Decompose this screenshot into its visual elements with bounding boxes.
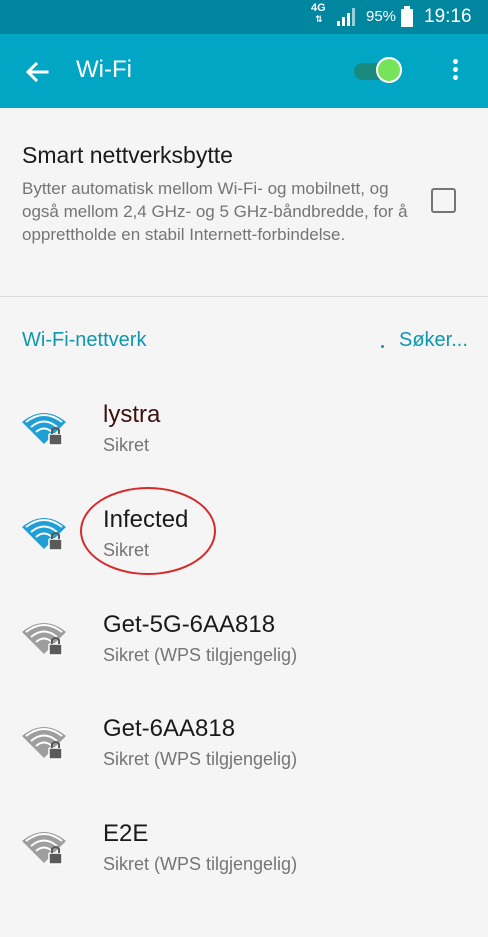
battery-percent: 95% — [366, 8, 397, 25]
networks-section-title: Wi-Fi-nettverk — [22, 329, 147, 351]
status-bar: 4G ⇅ 95% 19:16 — [0, 0, 488, 34]
smart-switch-checkbox[interactable] — [431, 188, 456, 213]
scan-progress-dot — [381, 345, 384, 348]
network-row-lystra[interactable]: lystra Sikret — [0, 401, 488, 518]
smart-switch-title: Smart nettverksbytte — [22, 142, 233, 168]
network-type-label: 4G — [311, 2, 326, 14]
network-status: Sikret (WPS tilgjengelig) — [103, 645, 298, 665]
scan-status: Søker... — [399, 329, 468, 351]
network-name: Get-6AA818 — [103, 715, 236, 742]
network-name: Get-5G-6AA818 — [103, 611, 276, 638]
signal-icon — [337, 8, 355, 26]
network-row-e2e[interactable]: E2E Sikret (WPS tilgjengelig) — [0, 820, 488, 937]
back-arrow-icon — [25, 61, 49, 83]
network-row-get-5g[interactable]: Get-5G-6AA818 Sikret (WPS tilgjengelig) — [0, 611, 488, 728]
battery-icon — [401, 6, 413, 27]
wifi-locked-weak-icon — [22, 727, 66, 760]
more-vert-icon — [445, 59, 465, 80]
app-bar: Wi-Fi — [0, 34, 488, 108]
wifi-locked-strong-icon — [22, 518, 66, 551]
network-name: lystra — [103, 401, 161, 428]
wifi-locked-weak-icon — [22, 623, 66, 656]
network-status: Sikret — [103, 435, 150, 455]
toggle-thumb — [376, 57, 402, 83]
wifi-locked-weak-icon — [22, 832, 66, 865]
back-button[interactable] — [22, 57, 52, 87]
smart-switch-description: Bytter automatisk mellom Wi-Fi- og mobil… — [22, 179, 408, 244]
divider — [0, 296, 488, 297]
network-name: E2E — [103, 820, 149, 847]
network-status: Sikret (WPS tilgjengelig) — [103, 749, 298, 769]
annotation-ellipse — [80, 487, 216, 575]
page-title: Wi-Fi — [76, 56, 132, 83]
more-options-button[interactable] — [445, 56, 465, 86]
data-arrows-icon: ⇅ — [315, 14, 323, 24]
clock: 19:16 — [424, 6, 472, 27]
wifi-toggle[interactable] — [352, 57, 406, 85]
network-row-infected[interactable]: Infected Sikret — [0, 506, 488, 623]
wifi-locked-strong-icon — [22, 413, 66, 446]
network-type-indicator: 4G ⇅ — [311, 3, 326, 25]
network-status: Sikret (WPS tilgjengelig) — [103, 854, 298, 874]
network-row-get[interactable]: Get-6AA818 Sikret (WPS tilgjengelig) — [0, 715, 488, 832]
